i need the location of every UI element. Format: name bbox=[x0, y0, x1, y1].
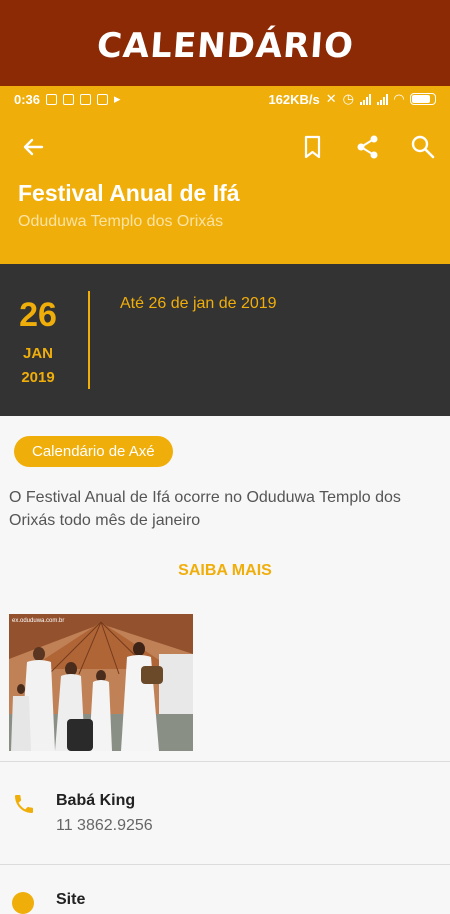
category-chip[interactable]: Calendário de Axé bbox=[14, 436, 173, 467]
app-bar: Festival Anual de Ifá Oduduwa Templo dos… bbox=[0, 112, 450, 264]
arrow-back-icon bbox=[23, 138, 44, 156]
search-icon bbox=[411, 135, 435, 159]
instagram-icon bbox=[63, 93, 75, 105]
play-store-icon: ▸ bbox=[114, 91, 121, 106]
wifi-icon: ◠ bbox=[394, 91, 404, 106]
event-photo-image: ex.oduduwa.com.br bbox=[9, 614, 193, 751]
signal-icon bbox=[360, 93, 371, 105]
section-divider bbox=[0, 761, 450, 762]
date-day: 26 bbox=[19, 296, 57, 334]
phone-icon[interactable] bbox=[12, 792, 36, 816]
notification-icon bbox=[46, 93, 58, 105]
contact-phone[interactable]: 11 3862.9256 bbox=[56, 817, 153, 835]
category-label: Calendário de Axé bbox=[32, 443, 155, 460]
network-speed: 162KB/s bbox=[268, 91, 320, 107]
section-divider bbox=[0, 864, 450, 865]
bookmark-icon bbox=[304, 135, 321, 159]
notification-icon bbox=[80, 93, 92, 105]
alarm-icon: ◷ bbox=[342, 91, 354, 106]
globe-icon[interactable] bbox=[12, 892, 34, 914]
saiba-mais-button[interactable]: SAIBA MAIS bbox=[0, 562, 450, 580]
date-divider bbox=[88, 291, 90, 389]
photo-watermark: ex.oduduwa.com.br bbox=[12, 618, 64, 624]
battery-icon bbox=[410, 93, 436, 105]
signal-icon bbox=[377, 93, 388, 105]
contact-name: Babá King bbox=[56, 792, 136, 809]
date-month: JAN bbox=[22, 345, 53, 362]
banner-title: CALENDÁRIO bbox=[95, 26, 355, 66]
date-until: Até 26 de jan de 2019 bbox=[120, 295, 277, 312]
search-button[interactable] bbox=[408, 132, 438, 162]
status-time: 0:36 bbox=[14, 91, 41, 107]
date-year: 2019 bbox=[21, 369, 55, 386]
status-bar: 0:36 ▸ 162KB/s ✕ ◷ ◠ bbox=[0, 86, 450, 112]
event-description: O Festival Anual de Ifá ocorre no Oduduw… bbox=[9, 489, 401, 529]
bookmark-button[interactable] bbox=[298, 132, 328, 162]
share-icon bbox=[357, 135, 378, 159]
bluetooth-off-icon: ✕ bbox=[325, 91, 337, 106]
site-label[interactable]: Site bbox=[56, 891, 85, 909]
event-subtitle: Oduduwa Templo dos Orixás bbox=[18, 213, 224, 230]
event-content: Calendário de Axé O Festival Anual de If… bbox=[0, 416, 450, 914]
event-title: Festival Anual de Ifá bbox=[18, 180, 240, 206]
app-banner: CALENDÁRIO bbox=[0, 0, 450, 86]
date-panel: 26 JAN 2019 Até 26 de jan de 2019 bbox=[0, 264, 450, 416]
back-button[interactable] bbox=[18, 132, 48, 162]
share-button[interactable] bbox=[353, 132, 383, 162]
screen-icon bbox=[97, 93, 109, 105]
event-photo[interactable]: ex.oduduwa.com.br bbox=[9, 614, 193, 751]
